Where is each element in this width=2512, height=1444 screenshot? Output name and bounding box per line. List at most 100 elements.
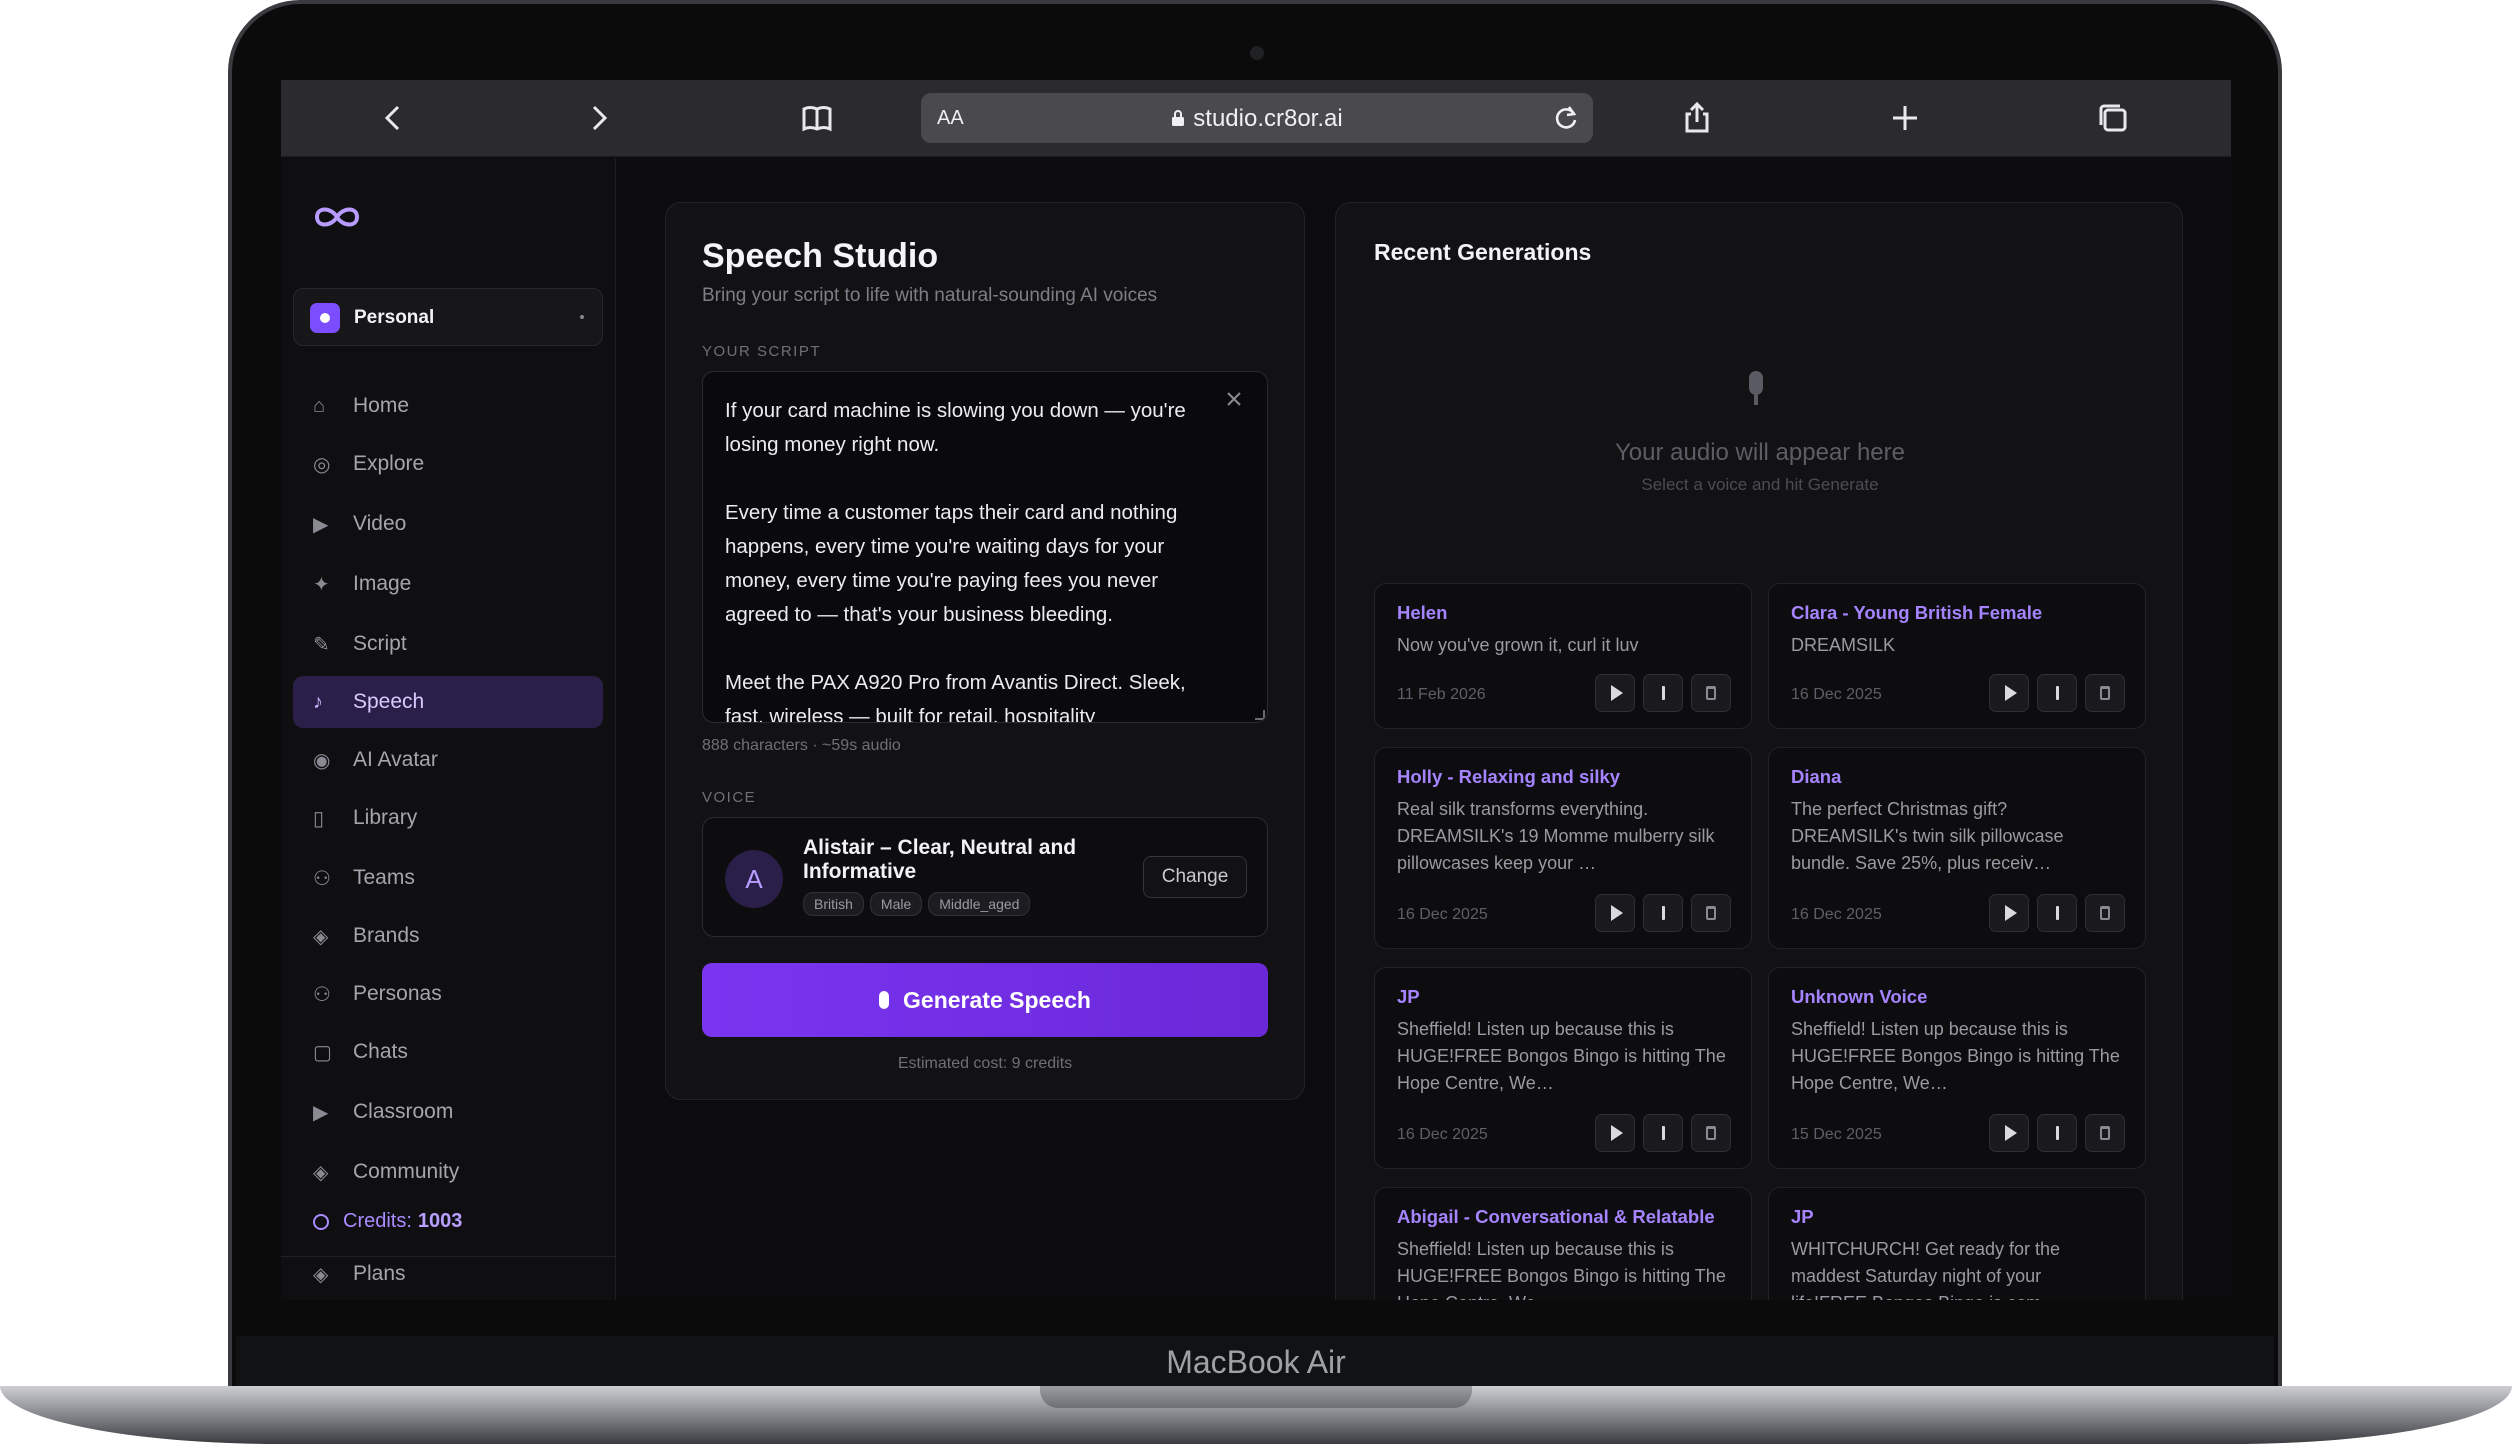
download-button[interactable] <box>1643 1114 1683 1152</box>
download-button[interactable] <box>1643 894 1683 932</box>
clear-icon[interactable] <box>1225 390 1247 412</box>
trash-button[interactable] <box>1691 674 1731 712</box>
play-button[interactable] <box>1595 1114 1635 1152</box>
sidebar-item-label: Library <box>353 806 418 829</box>
generation-card[interactable]: Unknown Voice Sheffield! Listen up becaus… <box>1768 967 2146 1169</box>
generation-card[interactable]: Clara - Young British Female DREAMSILK 16 … <box>1768 583 2146 729</box>
generation-card[interactable]: Diana The perfect Christmas gift? DREAMSI… <box>1768 747 2146 949</box>
sidebar-item-classroom[interactable]: ▶ Classroom <box>293 1086 603 1138</box>
credits-indicator[interactable]: Credits: 1003 <box>313 1210 462 1233</box>
generation-card[interactable]: Helen Now you've grown it, curl it luv 11 … <box>1374 583 1752 729</box>
sidebar-item-speech[interactable]: ♪ Speech <box>293 676 603 728</box>
reload-icon[interactable] <box>1551 103 1581 133</box>
sidebar-item-chats[interactable]: ▢ Chats <box>293 1026 603 1078</box>
trash-button[interactable] <box>1691 894 1731 932</box>
tabs-overview-icon[interactable] <box>2091 96 2135 140</box>
voice-tag-accent: British <box>803 892 864 916</box>
sidebar-item-library[interactable]: ▯ Library <box>293 792 603 844</box>
generation-script-preview: Sheffield! Listen up because this is HUG… <box>1791 1019 2120 1093</box>
back-icon[interactable] <box>371 96 415 140</box>
generation-voice-name: JP <box>1791 1206 1814 1227</box>
credits-icon <box>313 1213 329 1230</box>
generation-card[interactable]: Abigail - Conversational & Relatable Shef… <box>1374 1187 1752 1300</box>
sidebar-item-label: Brands <box>353 924 420 947</box>
download-button[interactable] <box>2037 674 2077 712</box>
generation-date: 16 Dec 2025 <box>1791 686 1882 703</box>
voice-tags: British Male Middle_aged <box>803 892 1031 916</box>
resize-handle[interactable] <box>1255 710 1265 720</box>
page-subtitle: Bring your script to life with natural-s… <box>702 285 1158 306</box>
music-note-icon: ♪ <box>313 690 323 713</box>
sidebar-item-community[interactable]: ◈ Community <box>293 1146 603 1198</box>
sidebar-item-image[interactable]: ✦ Image <box>293 558 603 610</box>
sidebar-item-script[interactable]: ✎ Script <box>293 618 603 670</box>
play-button[interactable] <box>1595 894 1635 932</box>
estimated-cost: Estimated cost: 9 credits <box>897 1055 1073 1072</box>
play-icon <box>2004 685 2017 701</box>
download-button[interactable] <box>2037 894 2077 932</box>
sidebar-item-personas[interactable]: ⚇ Personas <box>293 968 603 1020</box>
download-button[interactable] <box>2037 1114 2077 1152</box>
lock-icon <box>1172 110 1185 126</box>
generation-card[interactable]: JP Sheffield! Listen up because this is H… <box>1374 967 1752 1169</box>
sidebar-item-label: AI Avatar <box>353 748 438 771</box>
sidebar-item-label: Speech <box>353 690 425 713</box>
diamond-icon: ◈ <box>313 1263 329 1286</box>
script-textarea[interactable]: If your card machine is slowing you down… <box>702 371 1268 723</box>
screen: AA studio.cr8or.ai Personal ⌂ Home ◎ Expl <box>281 80 2231 1300</box>
sidebar-item-label: Home <box>353 394 410 417</box>
device-brand-label: MacBook Air <box>1166 1344 1346 1380</box>
share-icon[interactable] <box>1675 96 1719 140</box>
trash-icon <box>2100 1126 2110 1140</box>
generation-date: 11 Feb 2026 <box>1397 686 1486 703</box>
play-button[interactable] <box>1595 674 1635 712</box>
credits-label: Credits: <box>343 1210 412 1232</box>
sidebar-item-explore[interactable]: ◎ Explore <box>293 438 603 490</box>
workspace-switcher[interactable]: Personal <box>293 288 603 346</box>
users-icon: ⚇ <box>313 867 331 890</box>
generation-date: 16 Dec 2025 <box>1397 1126 1488 1143</box>
selected-voice-card: A Alistair – Clear, Neutral and Informat… <box>702 817 1268 937</box>
chevron-down-icon <box>580 315 584 319</box>
play-button[interactable] <box>1989 674 2029 712</box>
home-icon: ⌂ <box>313 394 326 417</box>
trash-button[interactable] <box>2085 1114 2125 1152</box>
generation-actions <box>1989 1114 2125 1152</box>
trash-button[interactable] <box>1691 1114 1731 1152</box>
sidebar-item-brands[interactable]: ◈ Brands <box>293 910 603 962</box>
sidebar-item-label: Script <box>353 632 407 655</box>
generation-script-preview: Real silk transforms everything. DREAMSI… <box>1397 799 1715 873</box>
download-icon <box>1661 1126 1665 1140</box>
forward-icon[interactable] <box>577 96 621 140</box>
new-tab-icon[interactable] <box>1883 96 1927 140</box>
trash-button[interactable] <box>2085 674 2125 712</box>
pen-icon: ✎ <box>313 633 330 656</box>
voice-avatar: A <box>725 850 783 908</box>
sidebar-item-label: Video <box>353 512 407 535</box>
infinity-logo-icon[interactable] <box>311 202 363 232</box>
generate-speech-button[interactable]: Generate Speech <box>702 963 1268 1037</box>
sidebar-item-video[interactable]: ▶ Video <box>293 498 603 550</box>
sidebar-item-home[interactable]: ⌂ Home <box>293 380 603 432</box>
sidebar-item-plans[interactable]: ◈ Plans <box>293 1248 603 1300</box>
recent-generations-title: Recent Generations <box>1374 239 1592 265</box>
script-character-count: 888 characters · ~59s audio <box>702 737 901 754</box>
generation-card[interactable]: Holly - Relaxing and silky Real silk tran… <box>1374 747 1752 949</box>
change-voice-button[interactable]: Change <box>1143 856 1247 898</box>
script-text[interactable]: If your card machine is slowing you down… <box>725 394 1225 722</box>
play-button[interactable] <box>1989 894 2029 932</box>
trash-button[interactable] <box>2085 894 2125 932</box>
sidebar-item-label: Chats <box>353 1040 408 1063</box>
generation-voice-name: JP <box>1397 986 1420 1007</box>
address-bar[interactable]: AA studio.cr8or.ai <box>921 93 1593 143</box>
sidebar-item-teams[interactable]: ⚇ Teams <box>293 852 603 904</box>
generation-date: 15 Dec 2025 <box>1791 1126 1882 1143</box>
play-button[interactable] <box>1989 1114 2029 1152</box>
download-button[interactable] <box>1643 674 1683 712</box>
sidebar-item-ai-avatar[interactable]: ◉ AI Avatar <box>293 734 603 786</box>
sidebar-item-label: Personas <box>353 982 442 1005</box>
play-icon <box>1610 905 1623 921</box>
bookmarks-icon[interactable] <box>795 96 839 140</box>
generation-date: 16 Dec 2025 <box>1397 906 1488 923</box>
generation-card[interactable]: JP WHITCHURCH! Get ready for the maddest … <box>1768 1187 2146 1300</box>
